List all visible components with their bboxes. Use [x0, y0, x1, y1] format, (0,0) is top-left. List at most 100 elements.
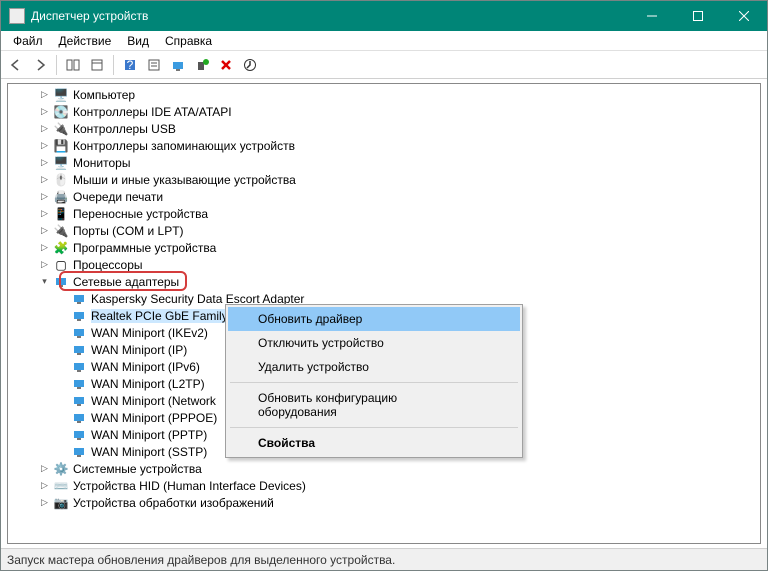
tree-item-label: Устройства обработки изображений: [73, 496, 274, 510]
adapter-icon: [71, 325, 87, 341]
context-separator: [230, 427, 518, 428]
tree-item-storage[interactable]: ▷💾 Контроллеры запоминающих устройств: [8, 137, 760, 154]
tree-item-imaging[interactable]: ▷📷 Устройства обработки изображений: [8, 494, 760, 511]
show-hide-tree-button[interactable]: [62, 54, 84, 76]
tree-item-label: Контроллеры USB: [73, 122, 176, 136]
title-bar: Диспетчер устройств: [1, 1, 767, 31]
svg-text:?: ?: [127, 58, 134, 72]
tree-item-label: WAN Miniport (IPv6): [91, 360, 200, 374]
expand-icon[interactable]: ▷: [38, 241, 51, 254]
scan-hardware-button[interactable]: [167, 54, 189, 76]
minimize-button[interactable]: [629, 1, 675, 31]
close-button[interactable]: [721, 1, 767, 31]
tree-item-mice[interactable]: ▷🖱️ Мыши и иные указывающие устройства: [8, 171, 760, 188]
toolbar-separator: [113, 55, 114, 75]
tree-item-label: Очереди печати: [73, 190, 163, 204]
tree-item-print-queues[interactable]: ▷🖨️ Очереди печати: [8, 188, 760, 205]
maximize-button[interactable]: [675, 1, 721, 31]
mouse-icon: 🖱️: [53, 172, 69, 188]
tree-item-label: WAN Miniport (IKEv2): [91, 326, 208, 340]
uninstall-button[interactable]: [215, 54, 237, 76]
storage-icon: 💾: [53, 138, 69, 154]
context-update-driver[interactable]: Обновить драйвер: [228, 307, 520, 331]
context-properties[interactable]: Свойства: [228, 431, 520, 455]
tree-item-label: Контроллеры запоминающих устройств: [73, 139, 295, 153]
help-button[interactable]: ?: [119, 54, 141, 76]
app-icon: [9, 8, 25, 24]
expand-icon[interactable]: ▷: [38, 224, 51, 237]
portable-icon: 📱: [53, 206, 69, 222]
tree-item-network-adapters[interactable]: ▾ Сетевые адаптеры: [8, 273, 760, 290]
expand-icon[interactable]: ▷: [38, 190, 51, 203]
menu-file[interactable]: Файл: [5, 32, 51, 50]
tree-item-label: Процессоры: [73, 258, 143, 272]
tree-item-portable[interactable]: ▷📱Переносные устройства: [8, 205, 760, 222]
context-separator: [230, 382, 518, 383]
adapter-icon: [71, 342, 87, 358]
back-button[interactable]: [5, 54, 27, 76]
tree-item-label: Мыши и иные указывающие устройства: [73, 173, 296, 187]
content-area: ▷🖥️Компьютер ▷💽Контроллеры IDE ATA/ATAPI…: [1, 79, 767, 548]
expand-icon[interactable]: ▷: [38, 139, 51, 152]
context-scan-hardware[interactable]: Обновить конфигурацию оборудования: [228, 386, 520, 424]
tree-item-label: WAN Miniport (SSTP): [91, 445, 207, 459]
menu-bar: Файл Действие Вид Справка: [1, 31, 767, 51]
expand-icon[interactable]: ▷: [38, 88, 51, 101]
tree-item-label: WAN Miniport (Network: [91, 394, 216, 408]
tree-item-label: Системные устройства: [73, 462, 202, 476]
tree-item-ide[interactable]: ▷💽Контроллеры IDE ATA/ATAPI: [8, 103, 760, 120]
tree-item-monitors[interactable]: ▷🖥️Мониторы: [8, 154, 760, 171]
expand-icon[interactable]: ▷: [38, 173, 51, 186]
network-icon: [53, 274, 69, 290]
add-legacy-button[interactable]: [191, 54, 213, 76]
tree-item-label: Устройства HID (Human Interface Devices): [73, 479, 306, 493]
window-title: Диспетчер устройств: [31, 9, 629, 23]
context-disable-device[interactable]: Отключить устройство: [228, 331, 520, 355]
tree-item-system-devices[interactable]: ▷⚙️ Системные устройства: [8, 460, 760, 477]
expand-icon[interactable]: ▷: [38, 462, 51, 475]
toolbar-separator: [56, 55, 57, 75]
tree-item-label: Программные устройства: [73, 241, 216, 255]
adapter-icon: [71, 393, 87, 409]
adapter-icon: [71, 291, 87, 307]
monitor-icon: 🖥️: [53, 155, 69, 171]
status-bar: Запуск мастера обновления драйверов для …: [1, 548, 767, 570]
collapse-icon[interactable]: ▾: [38, 275, 51, 288]
expand-icon[interactable]: ▷: [38, 479, 51, 492]
tree-item-label: WAN Miniport (PPPOE): [91, 411, 217, 425]
properties-button[interactable]: [86, 54, 108, 76]
context-uninstall-device[interactable]: Удалить устройство: [228, 355, 520, 379]
expand-icon[interactable]: ▷: [38, 156, 51, 169]
tree-item-label: Компьютер: [73, 88, 135, 102]
tree-item-label: WAN Miniport (PPTP): [91, 428, 207, 442]
adapter-icon: [71, 376, 87, 392]
tree-item-ports[interactable]: ▷🔌Порты (COM и LPT): [8, 222, 760, 239]
expand-icon[interactable]: ▷: [38, 122, 51, 135]
expand-icon[interactable]: ▷: [38, 258, 51, 271]
tree-item-software-devices[interactable]: ▷🧩Программные устройства: [8, 239, 760, 256]
tree-item-processors[interactable]: ▷▢Процессоры: [8, 256, 760, 273]
printer-icon: 🖨️: [53, 189, 69, 205]
action-button[interactable]: [143, 54, 165, 76]
tree-item-hid[interactable]: ▷⌨️ Устройства HID (Human Interface Devic…: [8, 477, 760, 494]
expand-icon[interactable]: ▷: [38, 105, 51, 118]
menu-action[interactable]: Действие: [51, 32, 120, 50]
tree-item-label: Сетевые адаптеры: [73, 275, 179, 289]
expand-icon[interactable]: ▷: [38, 496, 51, 509]
menu-help[interactable]: Справка: [157, 32, 220, 50]
tree-item-usb[interactable]: ▷🔌Контроллеры USB: [8, 120, 760, 137]
menu-view[interactable]: Вид: [119, 32, 157, 50]
imaging-icon: 📷: [53, 495, 69, 511]
adapter-icon: [71, 444, 87, 460]
tree-item-label: Realtek PCIe GbE Family C: [91, 309, 240, 323]
window-controls: [629, 1, 767, 31]
tree-item-label: WAN Miniport (IP): [91, 343, 187, 357]
expand-icon[interactable]: ▷: [38, 207, 51, 220]
context-menu: Обновить драйвер Отключить устройство Уд…: [225, 304, 523, 458]
hid-icon: ⌨️: [53, 478, 69, 494]
tree-item-computer[interactable]: ▷🖥️Компьютер: [8, 86, 760, 103]
forward-button[interactable]: [29, 54, 51, 76]
system-icon: ⚙️: [53, 461, 69, 477]
update-driver-button[interactable]: [239, 54, 261, 76]
adapter-icon: [71, 427, 87, 443]
